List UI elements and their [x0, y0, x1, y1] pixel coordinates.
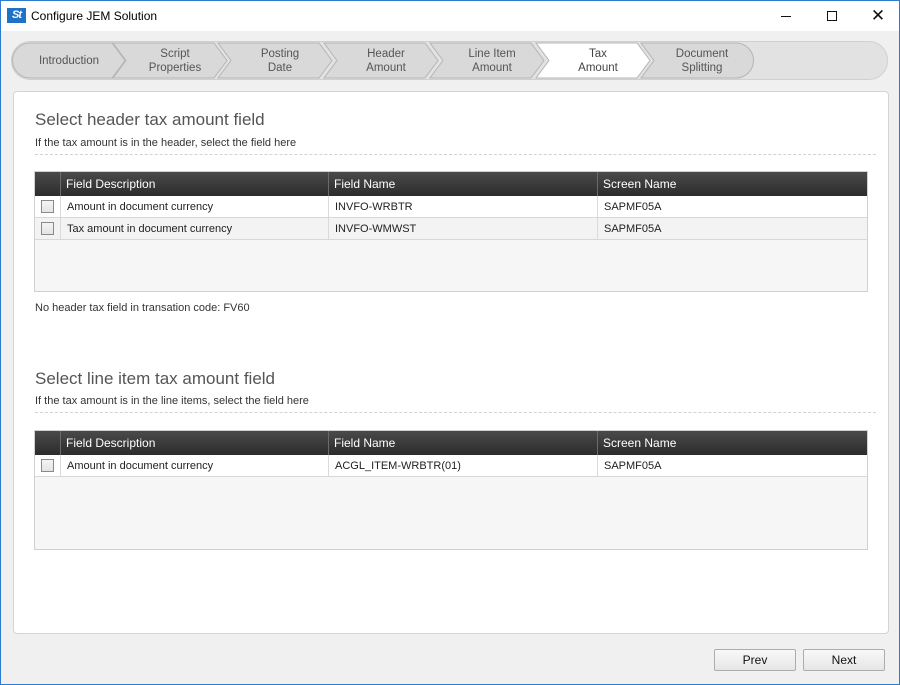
row-checkbox[interactable]	[41, 459, 54, 472]
header-tax-field-grid: Field Description Field Name Screen Name…	[34, 171, 868, 292]
line-section-title: Select line item tax amount field	[35, 369, 276, 388]
cell-field-name: INVFO-WMWST	[329, 218, 598, 239]
row-checkbox-cell[interactable]	[35, 218, 61, 239]
close-icon: ✕	[870, 5, 886, 26]
wizard-step-label: Introduction	[38, 54, 100, 67]
maximize-button[interactable]	[809, 1, 855, 31]
grid-header-screen-name[interactable]: Screen Name	[598, 172, 867, 196]
wizard-step-tax-amount[interactable]: Tax Amount	[535, 42, 651, 79]
wizard-step-label: Tax Amount	[578, 47, 618, 74]
maximize-icon	[827, 11, 837, 21]
header-section-subtitle: If the tax amount is in the header, sele…	[35, 137, 297, 149]
wizard-step-line-item-amount[interactable]: Line Item Amount	[429, 42, 545, 79]
wizard-step-posting-date[interactable]: Posting Date	[217, 42, 333, 79]
minimize-button[interactable]	[763, 1, 809, 31]
next-button[interactable]: Next	[803, 649, 885, 671]
cell-field-name: INVFO-WRBTR	[329, 196, 598, 217]
divider	[35, 154, 876, 155]
cell-screen-name: SAPMF05A	[604, 459, 662, 472]
wizard-step-label: Document Splitting	[675, 47, 729, 74]
grid-header-row: Field Description Field Name Screen Name	[35, 172, 867, 196]
line-tax-field-grid: Field Description Field Name Screen Name…	[34, 430, 868, 550]
close-button[interactable]: ✕	[855, 1, 900, 31]
cell-field-description: Tax amount in document currency	[61, 218, 329, 239]
grid-header-field-description[interactable]: Field Description	[61, 172, 329, 196]
header-tax-note: No header tax field in transation code: …	[35, 302, 250, 314]
row-checkbox[interactable]	[41, 222, 54, 235]
row-checkbox-cell[interactable]	[35, 196, 61, 217]
app-window: St Configure JEM Solution ✕ Introduction…	[0, 0, 900, 685]
wizard-step-document-splitting[interactable]: Document Splitting	[640, 42, 754, 79]
grid-header-check	[35, 431, 61, 455]
wizard-steps: Introduction Script Properties Posting D…	[11, 41, 888, 80]
grid-header-field-name[interactable]: Field Name	[329, 172, 598, 196]
line-section-subtitle: If the tax amount is in the line items, …	[35, 395, 309, 407]
cell-field-name: ACGL_ITEM-WRBTR(01)	[329, 455, 598, 476]
cell-field-description: Amount in document currency	[61, 455, 329, 476]
wizard-step-label: Script Properties	[148, 47, 202, 74]
table-row[interactable]: Tax amount in document currency INVFO-WM…	[35, 218, 867, 240]
row-checkbox-cell[interactable]	[35, 455, 61, 476]
wizard-step-label: Posting Date	[260, 47, 300, 74]
cell-screen-name: SAPMF05A	[604, 200, 662, 213]
app-logo-icon: St	[7, 8, 26, 23]
table-row[interactable]: Amount in document currency ACGL_ITEM-WR…	[35, 455, 867, 477]
divider	[35, 412, 876, 413]
grid-header-field-description[interactable]: Field Description	[61, 431, 329, 455]
grid-header-field-name[interactable]: Field Name	[329, 431, 598, 455]
prev-button[interactable]: Prev	[714, 649, 796, 671]
wizard-step-label: Header Amount	[366, 47, 406, 74]
wizard-step-label: Line Item Amount	[468, 47, 516, 74]
wizard-step-header-amount[interactable]: Header Amount	[323, 42, 439, 79]
header-section-title: Select header tax amount field	[35, 110, 265, 129]
wizard-step-introduction[interactable]: Introduction	[12, 42, 126, 79]
cell-field-description: Amount in document currency	[61, 196, 329, 217]
row-checkbox[interactable]	[41, 200, 54, 213]
grid-header-check	[35, 172, 61, 196]
grid-header-screen-name[interactable]: Screen Name	[598, 431, 867, 455]
wizard-step-script-properties[interactable]: Script Properties	[112, 42, 228, 79]
table-row[interactable]: Amount in document currency INVFO-WRBTR …	[35, 196, 867, 218]
minimize-icon	[781, 15, 791, 17]
grid-header-row: Field Description Field Name Screen Name	[35, 431, 867, 455]
title-bar: St Configure JEM Solution ✕	[1, 1, 899, 31]
content-panel: Select header tax amount field If the ta…	[13, 91, 889, 634]
cell-screen-name: SAPMF05A	[604, 222, 662, 235]
window-title: Configure JEM Solution	[31, 9, 158, 23]
